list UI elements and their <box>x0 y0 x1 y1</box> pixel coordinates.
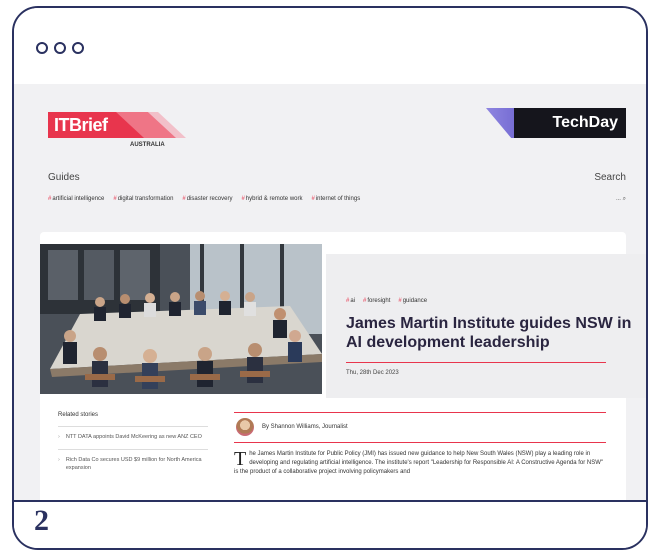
article-tag-label: foresight <box>367 298 391 304</box>
tag-list: #artificial intelligence #digital transf… <box>48 196 360 202</box>
itbrief-brand: ITBrief <box>54 115 108 135</box>
techday-logo[interactable]: TechDay <box>486 108 626 138</box>
hash-icon: # <box>346 298 350 304</box>
article-tag-link[interactable]: #ai <box>346 298 355 304</box>
step-bar <box>14 500 646 548</box>
tag-label: disaster recovery <box>186 196 233 202</box>
browser-frame: ITBrief AUSTRALIA TechDay Guides Search … <box>12 6 648 550</box>
window-dot-icon[interactable] <box>54 42 66 54</box>
hash-icon: # <box>113 196 117 202</box>
hash-icon: # <box>48 196 52 202</box>
window-controls <box>36 42 84 54</box>
step-number: 2 <box>34 504 49 537</box>
related-story-link[interactable]: › Rich Data Co secures USD $9 million fo… <box>58 449 208 472</box>
article-body-text: he James Martin Institute for Public Pol… <box>234 451 604 475</box>
search-link[interactable]: Search <box>594 172 626 183</box>
tag-link[interactable]: #artificial intelligence <box>48 196 104 202</box>
related-story-link[interactable]: › NTT DATA appoints David McKeering as n… <box>58 426 208 441</box>
hash-icon: # <box>363 298 367 304</box>
article-tags: #ai #foresight #guidance <box>346 298 427 304</box>
tag-label: artificial intelligence <box>52 196 105 202</box>
author-divider-top <box>234 412 606 413</box>
article-tag-link[interactable]: #guidance <box>398 298 427 304</box>
search-icon[interactable]: ... ⌕ <box>616 196 626 203</box>
meeting-photo-icon <box>40 244 322 394</box>
itbrief-logo[interactable]: ITBrief AUSTRALIA <box>48 108 188 152</box>
tag-label: hybrid & remote work <box>245 196 303 202</box>
guides-link[interactable]: Guides <box>48 172 80 183</box>
related-title: Related stories <box>58 412 99 418</box>
hero-image[interactable] <box>40 244 322 394</box>
article-tag-label: ai <box>350 298 356 304</box>
related-story-label: Rich Data Co secures USD $9 million for … <box>65 457 202 471</box>
related-stories: Related stories › NTT DATA appoints Davi… <box>58 412 208 480</box>
tag-link[interactable]: #hybrid & remote work <box>241 196 302 202</box>
hash-icon: # <box>398 298 402 304</box>
tag-link[interactable]: #digital transformation <box>113 196 173 202</box>
dropcap: T <box>234 448 247 470</box>
tag-label: digital transformation <box>117 196 174 202</box>
author-name[interactable]: By Shannon Williams, Journalist <box>262 424 348 430</box>
page-viewport: ITBrief AUSTRALIA TechDay Guides Search … <box>14 84 646 548</box>
avatar[interactable] <box>236 418 254 436</box>
author-divider-bottom <box>234 442 606 443</box>
techday-brand: TechDay <box>552 114 618 131</box>
chevron-right-icon: › <box>58 434 60 440</box>
nav-row: Guides Search <box>48 172 626 186</box>
related-story-label: NTT DATA appoints David McKeering as new… <box>65 434 202 440</box>
article-body: T he James Martin Institute for Public P… <box>234 448 606 477</box>
article-tag-link[interactable]: #foresight <box>363 298 390 304</box>
hash-icon: # <box>241 196 245 202</box>
tag-link[interactable]: #disaster recovery <box>182 196 232 202</box>
window-dot-icon[interactable] <box>72 42 84 54</box>
hash-icon: # <box>311 196 315 202</box>
article-title[interactable]: James Martin Institute guides NSW in AI … <box>346 314 636 352</box>
title-divider <box>346 362 606 363</box>
chevron-right-icon: › <box>58 457 60 463</box>
article-date: Thu, 28th Dec 2023 <box>346 370 399 376</box>
window-titlebar <box>14 8 646 86</box>
article-tag-label: guidance <box>402 298 428 304</box>
window-dot-icon[interactable] <box>36 42 48 54</box>
tag-link[interactable]: #internet of things <box>311 196 360 202</box>
author-row: By Shannon Williams, Journalist <box>234 412 606 443</box>
tag-row: #artificial intelligence #digital transf… <box>48 196 626 208</box>
tag-label: internet of things <box>315 196 361 202</box>
article-card: #ai #foresight #guidance James Martin In… <box>40 232 646 532</box>
hash-icon: # <box>182 196 186 202</box>
itbrief-country: AUSTRALIA <box>130 142 165 148</box>
